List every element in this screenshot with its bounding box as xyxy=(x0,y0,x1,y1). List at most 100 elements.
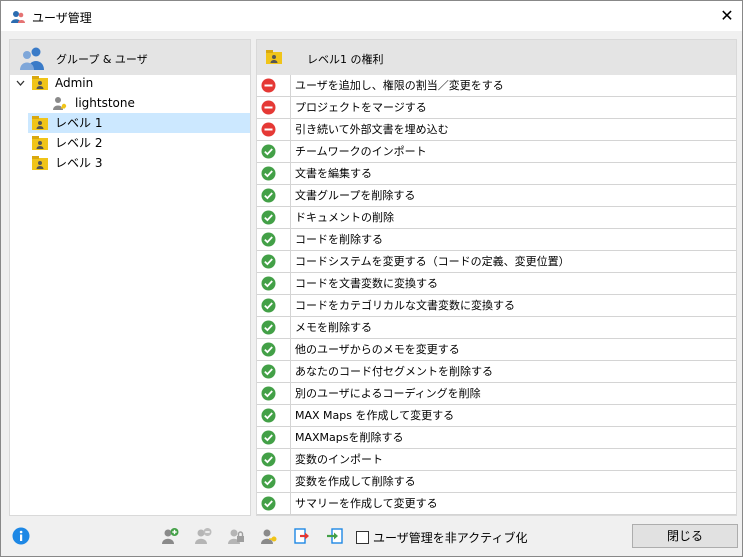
user-key-icon[interactable] xyxy=(260,527,278,545)
right-label: コードシステムを変更する（コードの定義、変更位置） xyxy=(295,255,570,268)
tree-item-level2[interactable]: レベル 2 xyxy=(10,133,250,153)
right-row[interactable]: コードを文書変数に変換する xyxy=(257,273,736,295)
window-title: ユーザ管理 xyxy=(32,11,92,25)
tree-item-label: lightstone xyxy=(75,96,135,110)
right-row[interactable]: チームワークのインポート xyxy=(257,141,736,163)
group-folder-icon xyxy=(266,50,282,64)
check-icon[interactable] xyxy=(257,361,291,382)
user-management-dialog: ユーザ管理 ✕ グループ & ユーザ Admin lightstone レベル … xyxy=(0,0,743,557)
check-icon[interactable] xyxy=(257,295,291,316)
right-label: サマリーを作成して変更する xyxy=(295,497,438,510)
checkbox-box[interactable] xyxy=(356,531,369,544)
check-icon[interactable] xyxy=(257,229,291,250)
tree-item-level3[interactable]: レベル 3 xyxy=(10,153,250,173)
right-row[interactable]: 変数のインポート xyxy=(257,449,736,471)
right-row[interactable]: 引き続いて外部文書を埋め込む xyxy=(257,119,736,141)
tree-item-admin[interactable]: Admin xyxy=(10,73,250,93)
check-icon[interactable] xyxy=(257,427,291,448)
right-label: 文書グループを削除する xyxy=(295,189,416,202)
import-icon[interactable] xyxy=(326,527,344,545)
right-label: ドキュメントの削除 xyxy=(295,211,394,224)
right-label: コードをカテゴリカルな文書変数に変換する xyxy=(295,299,515,312)
close-button[interactable]: 閉じる xyxy=(632,524,738,548)
add-user-icon[interactable] xyxy=(161,527,179,545)
right-label: メモを削除する xyxy=(295,321,372,334)
users-group-icon xyxy=(20,47,44,70)
tree-item-label: Admin xyxy=(55,76,94,90)
deny-icon[interactable] xyxy=(257,119,291,140)
right-label: MAX Maps を作成して変更する xyxy=(295,409,455,422)
right-label: MAXMapsを削除する xyxy=(295,431,404,444)
right-row[interactable]: コードを削除する xyxy=(257,229,736,251)
right-row[interactable]: 他のユーザからのメモを変更する xyxy=(257,339,736,361)
right-label: 他のユーザからのメモを変更する xyxy=(295,343,460,356)
check-icon[interactable] xyxy=(257,339,291,360)
info-icon[interactable] xyxy=(12,527,30,545)
right-label: ユーザを追加し、権限の割当／変更をする xyxy=(295,79,504,92)
right-label: チームワークのインポート xyxy=(295,145,427,158)
user-key-icon xyxy=(53,97,67,110)
check-icon[interactable] xyxy=(257,273,291,294)
group-folder-icon xyxy=(32,76,48,90)
bottom-toolbar: ユーザ管理を非アクティブ化 閉じる xyxy=(1,516,742,556)
right-label: 変数を作成して削除する xyxy=(295,475,416,488)
groups-users-title: グループ & ユーザ xyxy=(56,53,148,66)
right-label: 変数のインポート xyxy=(295,453,383,466)
lock-icon[interactable] xyxy=(227,527,245,545)
check-icon[interactable] xyxy=(257,163,291,184)
right-row[interactable]: ユーザを追加し、権限の割当／変更をする xyxy=(257,75,736,97)
group-folder-icon xyxy=(32,136,48,150)
close-icon[interactable]: ✕ xyxy=(713,3,741,29)
check-icon[interactable] xyxy=(257,317,291,338)
check-icon[interactable] xyxy=(257,207,291,228)
check-icon[interactable] xyxy=(257,493,291,514)
check-icon[interactable] xyxy=(257,383,291,404)
column-divider xyxy=(290,495,291,515)
title-bar: ユーザ管理 ✕ xyxy=(1,1,742,31)
right-row[interactable]: プロジェクトをマージする xyxy=(257,97,736,119)
right-label: コードを文書変数に変換する xyxy=(295,277,438,290)
deny-icon[interactable] xyxy=(257,75,291,96)
right-row[interactable]: 変数を作成して削除する xyxy=(257,471,736,493)
right-row[interactable]: コードシステムを変更する（コードの定義、変更位置） xyxy=(257,251,736,273)
right-label: 別のユーザによるコーディングを削除 xyxy=(295,387,481,400)
right-row[interactable]: 別のユーザによるコーディングを削除 xyxy=(257,383,736,405)
right-label: 引き続いて外部文書を埋め込む xyxy=(295,123,449,136)
group-folder-icon xyxy=(32,156,48,170)
right-row[interactable]: ドキュメントの削除 xyxy=(257,207,736,229)
right-row[interactable]: メモを削除する xyxy=(257,317,736,339)
right-row[interactable]: 文書を編集する xyxy=(257,163,736,185)
group-folder-icon xyxy=(32,116,48,130)
tree-item-lightstone[interactable]: lightstone xyxy=(10,93,250,113)
check-icon[interactable] xyxy=(257,185,291,206)
tree-item-level1[interactable]: レベル 1 xyxy=(28,113,250,133)
check-icon[interactable] xyxy=(257,141,291,162)
right-row[interactable]: サマリーを作成して変更する xyxy=(257,493,736,515)
groups-users-pane: グループ & ユーザ Admin lightstone レベル 1 レベル 2 … xyxy=(9,39,251,516)
deactivate-label: ユーザ管理を非アクティブ化 xyxy=(373,531,528,545)
right-label: 文書を編集する xyxy=(295,167,372,180)
rights-pane: レベル1 の権利 ユーザを追加し、権限の割当／変更をする プロジェクトをマージする… xyxy=(256,39,737,516)
tree-item-label: レベル 3 xyxy=(55,156,103,170)
check-icon[interactable] xyxy=(257,251,291,272)
remove-user-icon[interactable] xyxy=(194,527,212,545)
check-icon[interactable] xyxy=(257,449,291,470)
groups-users-header: グループ & ユーザ xyxy=(10,40,250,75)
rights-list: ユーザを追加し、権限の割当／変更をする プロジェクトをマージする引き続いて外部文書… xyxy=(257,75,736,515)
check-icon[interactable] xyxy=(257,405,291,426)
right-row[interactable]: あなたのコード付セグメントを削除する xyxy=(257,361,736,383)
right-label: コードを削除する xyxy=(295,233,383,246)
tree-item-label: レベル 2 xyxy=(55,136,103,150)
right-label: あなたのコード付セグメントを削除する xyxy=(295,365,493,378)
check-icon[interactable] xyxy=(257,471,291,492)
right-label: プロジェクトをマージする xyxy=(295,101,427,114)
right-row[interactable]: 文書グループを削除する xyxy=(257,185,736,207)
rights-header: レベル1 の権利 xyxy=(257,40,736,75)
deny-icon[interactable] xyxy=(257,97,291,118)
right-row[interactable]: MAXMapsを削除する xyxy=(257,427,736,449)
tree-item-label: レベル 1 xyxy=(55,116,103,130)
rights-title: レベル1 の権利 xyxy=(307,53,384,66)
export-icon[interactable] xyxy=(293,527,311,545)
right-row[interactable]: コードをカテゴリカルな文書変数に変換する xyxy=(257,295,736,317)
right-row[interactable]: MAX Maps を作成して変更する xyxy=(257,405,736,427)
